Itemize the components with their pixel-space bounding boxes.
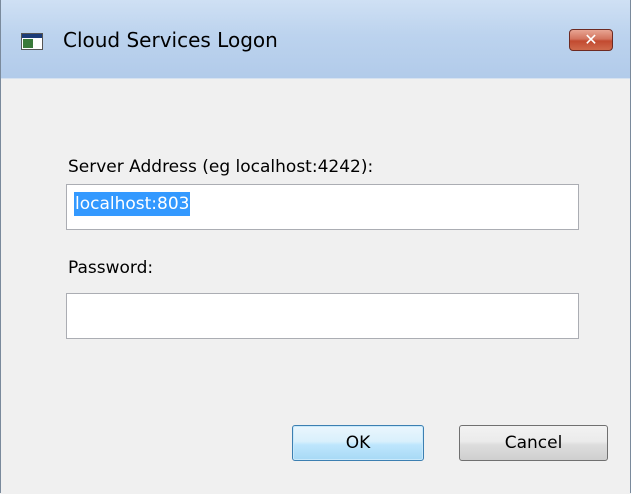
close-button[interactable]: ✕	[569, 29, 613, 51]
app-window-icon	[21, 33, 43, 50]
password-input[interactable]	[67, 294, 578, 338]
server-address-value[interactable]: localhost:803	[74, 192, 191, 216]
password-label: Password:	[68, 258, 154, 278]
password-field[interactable]	[66, 293, 579, 339]
server-address-field[interactable]: localhost:803	[66, 184, 579, 230]
logon-dialog: Cloud Services Logon ✕ Server Address (e…	[0, 0, 631, 494]
window-title: Cloud Services Logon	[63, 28, 278, 52]
title-bar[interactable]: Cloud Services Logon ✕	[1, 0, 630, 78]
server-address-label: Server Address (eg localhost:4242):	[68, 157, 374, 177]
close-icon: ✕	[584, 30, 598, 49]
ok-button[interactable]: OK	[292, 425, 424, 461]
cancel-button[interactable]: Cancel	[459, 425, 608, 461]
